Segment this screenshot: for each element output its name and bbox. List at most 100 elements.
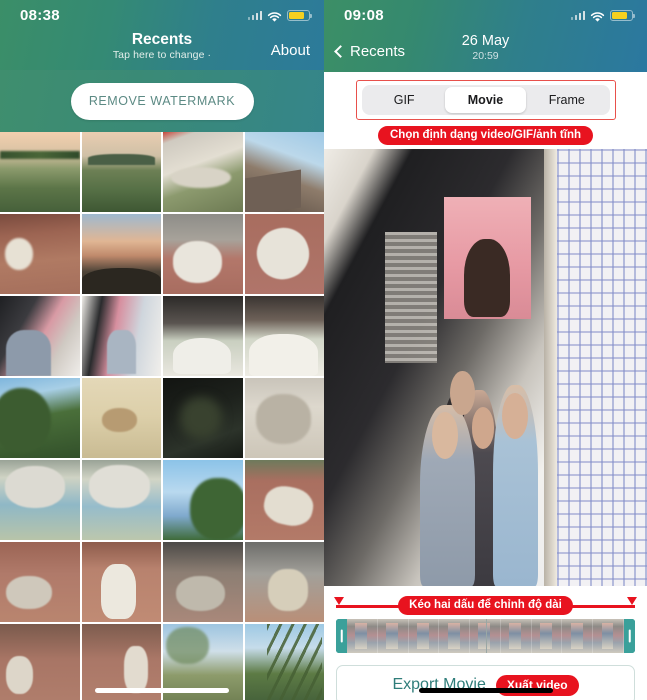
head-right [501,392,528,440]
head-middle [471,407,495,449]
photo-image [163,296,243,376]
photo-thumbnail[interactable] [81,460,161,540]
filmstrip-frame [439,619,471,653]
left-header: 08:38 Recents Tap here to change · About… [0,0,324,132]
photo-thumbnail[interactable] [244,296,324,376]
head-back [450,370,475,415]
format-option-frame[interactable]: Frame [526,87,607,113]
format-annotation-pill: Chọn định dạng video/GIF/ảnh tĩnh [377,126,593,145]
left-status-bar: 08:38 [0,0,324,30]
photo-thumbnail[interactable] [163,132,243,212]
photo-image [0,132,80,212]
photo-thumbnail[interactable] [0,378,80,458]
video-filmstrip[interactable] [336,619,635,653]
photo-thumbnail[interactable] [163,378,243,458]
photo-image [163,378,243,458]
photo-image [81,378,161,458]
filmstrip-frame [347,619,378,653]
photo-thumbnail[interactable] [81,296,161,376]
trim-handle-right[interactable] [624,619,635,653]
remove-watermark-button[interactable]: REMOVE WATERMARK [70,82,254,120]
photo-thumbnail[interactable] [244,542,324,622]
filmstrip-frame [562,619,594,653]
trim-arrow-left-icon [334,597,344,605]
photo-grid [0,132,324,700]
photo-thumbnail[interactable] [0,460,80,540]
cellular-signal-icon [570,10,585,20]
preview-people-group [405,341,557,586]
filmstrip-frame [593,619,625,653]
trim-handle-left[interactable] [336,619,347,653]
watermark-action-area: REMOVE WATERMARK [0,70,324,132]
photo-image [81,214,161,294]
photo-image [0,296,80,376]
right-header: 09:08 Recents 26 May 20:59 [324,0,647,72]
photo-image [0,542,80,622]
status-bar-indicators [570,9,635,22]
photo-image [81,132,161,212]
photo-image [244,214,324,294]
photo-thumbnail[interactable] [163,296,243,376]
photo-thumbnail[interactable] [81,378,161,458]
photo-image [244,624,324,700]
back-button[interactable]: Recents [334,42,406,60]
photo-image [0,624,80,700]
filmstrip-frame [408,619,440,653]
right-title-bar: Recents 26 May 20:59 [324,30,647,72]
trim-annotation-pill: Kéo hai dấu để chỉnh độ dài [398,595,573,615]
head-left [432,412,458,459]
playhead[interactable] [485,619,487,653]
photo-thumbnail[interactable] [0,542,80,622]
status-bar-time: 08:38 [20,6,60,24]
photo-image [81,460,161,540]
photo-thumbnail[interactable] [0,624,80,700]
left-phone-screen: 08:38 Recents Tap here to change · About… [0,0,324,700]
back-button-label: Recents [350,42,406,60]
photo-thumbnail[interactable] [163,214,243,294]
right-status-bar: 09:08 [324,0,647,30]
photo-thumbnail[interactable] [244,460,324,540]
photo-thumbnail[interactable] [81,542,161,622]
about-link[interactable]: About [271,42,310,59]
photo-thumbnail[interactable] [163,542,243,622]
battery-icon [287,9,312,21]
photo-image [0,214,80,294]
export-area: Export Movie Xuất video [336,665,635,700]
photo-image [81,296,161,376]
screenshot-root: 08:38 Recents Tap here to change · About… [0,0,647,700]
photo-thumbnail[interactable] [0,132,80,212]
photo-image [163,460,243,540]
format-option-movie[interactable]: Movie [444,87,527,113]
right-phone-screen: 09:08 Recents 26 May 20:59 GIF Movie Fra… [324,0,647,700]
photo-thumbnail[interactable] [244,624,324,700]
photo-image [244,378,324,458]
wifi-icon [267,10,282,22]
photo-thumbnail[interactable] [0,214,80,294]
trim-arrow-right-icon [627,597,637,605]
preview-dotted-wall [556,149,647,586]
photo-thumbnail[interactable] [81,214,161,294]
photo-thumbnail[interactable] [0,296,80,376]
export-movie-button[interactable]: Export Movie Xuất video [336,665,635,700]
photo-preview[interactable] [324,149,647,586]
wifi-icon [590,10,605,22]
photo-image [244,542,324,622]
photo-thumbnail[interactable] [244,132,324,212]
battery-icon [610,9,635,21]
format-control-highlight: GIF Movie Frame [355,80,616,120]
status-bar-time: 09:08 [344,6,384,24]
photo-thumbnail[interactable] [244,378,324,458]
photo-thumbnail[interactable] [244,214,324,294]
status-bar-indicators [247,9,312,22]
format-option-gif[interactable]: GIF [364,87,445,113]
photo-image [244,296,324,376]
timeline-area: Kéo hai dấu để chỉnh độ dài Export Movie… [324,586,647,700]
photo-image [163,542,243,622]
home-indicator [95,688,229,693]
filmstrip-frame [531,619,563,653]
photo-thumbnail[interactable] [81,132,161,212]
format-segmented-control[interactable]: GIF Movie Frame [361,85,610,115]
chevron-left-icon [334,44,347,58]
photo-thumbnail[interactable] [163,460,243,540]
photo-image [0,460,80,540]
